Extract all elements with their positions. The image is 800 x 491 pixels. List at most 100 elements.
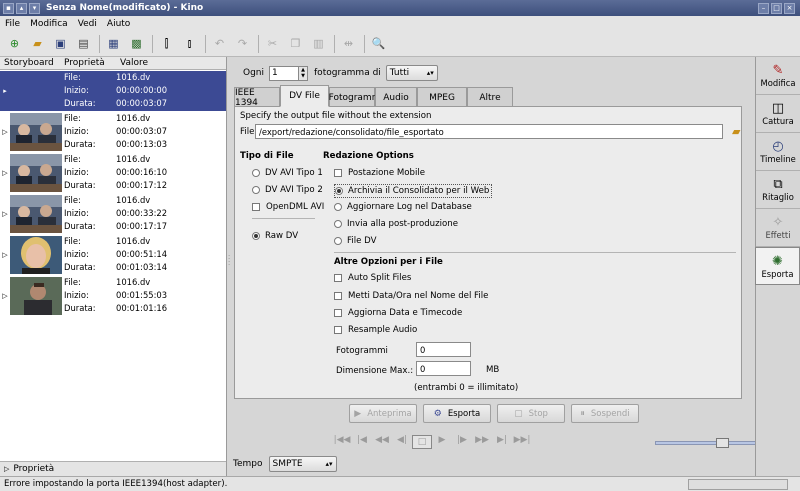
storyboard-clip[interactable]: ▷ File: 1016.dv Inizio: 00:01:55:03 Durata: 00… [0, 276, 226, 316]
last-scene-icon[interactable]: ▶▶| [512, 435, 532, 449]
anteprima-button[interactable]: ▶ Anteprima [349, 404, 417, 423]
expander-arrow-icon[interactable]: ▷ [0, 235, 10, 275]
check-metti-data[interactable]: Metti Data/Ora nel Nome del File [334, 291, 488, 301]
export-area: Ogni 1 ▲ ▼ fotogramma di Tutti ▴▾ IEEE 13… [232, 57, 763, 476]
col-storyboard[interactable]: Storyboard [0, 58, 60, 68]
properties-icon[interactable]: ▤ [75, 35, 92, 52]
col-proprieta[interactable]: Proprietà [60, 58, 116, 68]
menu-modifica[interactable]: Modifica [30, 19, 68, 29]
check-opendml[interactable]: OpenDML AVI [252, 202, 324, 212]
minimize-icon[interactable]: – [758, 2, 769, 14]
window-menu-button[interactable]: ▪ [3, 2, 14, 14]
prev-frame-icon[interactable]: ◀| [392, 435, 412, 449]
radio-aggiornare-log[interactable]: Aggiornare Log nel Database [334, 202, 472, 212]
side-effetti[interactable]: ✧ Effetti [756, 209, 800, 247]
position-slider[interactable] [655, 438, 763, 448]
tab-audio[interactable]: Audio [375, 87, 417, 107]
expander-arrow-icon[interactable]: ▸ [0, 71, 10, 111]
spin-buttons[interactable]: ▲ ▼ [299, 65, 309, 81]
expander-arrow-icon: ▷ [4, 465, 10, 473]
properties-expander[interactable]: ▷ Proprietà [0, 461, 226, 476]
new-file-icon[interactable]: ⊕ [6, 35, 23, 52]
check-auto-split[interactable]: Auto Split Files [334, 273, 411, 283]
forward-icon[interactable]: ▶▶ [472, 435, 492, 449]
select-arrow-icon: ▴▾ [426, 69, 434, 77]
undo-icon[interactable]: ↶ [211, 35, 228, 52]
prev-scene-icon[interactable]: |◀ [352, 435, 372, 449]
side-ritaglio[interactable]: ⧉ Ritaglio [756, 171, 800, 209]
rewind-icon[interactable]: ◀◀ [372, 435, 392, 449]
export-frame-icon[interactable]: ▩ [128, 35, 145, 52]
split-icon[interactable]: ⇹ [340, 35, 357, 52]
close-icon[interactable]: × [784, 2, 795, 14]
join-scene-icon[interactable]: ⫾ [181, 35, 198, 52]
export-icon: ⚙ [433, 408, 442, 419]
paste-icon[interactable]: ▥ [310, 35, 327, 52]
esporta-button[interactable]: ⚙ Esporta [423, 404, 491, 423]
save-scene-icon[interactable]: ▦ [105, 35, 122, 52]
expander-arrow-icon[interactable]: ▷ [0, 194, 10, 234]
expander-arrow-icon[interactable]: ▷ [0, 276, 10, 316]
col-valore[interactable]: Valore [116, 58, 148, 68]
next-frame-icon[interactable]: |▶ [452, 435, 472, 449]
frame-select[interactable]: Tutti ▴▾ [385, 65, 438, 81]
open-folder-icon[interactable]: ▰ [29, 35, 46, 52]
side-timeline[interactable]: ◴ Timeline [756, 133, 800, 171]
file-path-input[interactable]: /export/redazione/consolidato/file_espor… [255, 124, 723, 139]
stop-button[interactable]: ▢ Stop [497, 404, 565, 423]
check-resample-audio[interactable]: Resample Audio [334, 325, 417, 335]
browse-folder-icon[interactable]: ▰ [732, 125, 740, 138]
copy-icon[interactable]: ❐ [287, 35, 304, 52]
side-modifica[interactable]: ✎ Modifica [756, 57, 800, 95]
check-postazione-mobile[interactable]: Postazione Mobile [334, 168, 425, 178]
expander-arrow-icon[interactable]: ▷ [0, 112, 10, 152]
shade-button[interactable]: ▴ [16, 2, 27, 14]
radio-dv-avi-2[interactable]: DV AVI Tipo 2 [252, 185, 323, 195]
storyboard-clip[interactable]: ▷ File: 1016.dv Inizio: 00:00:51:14 Durata: 00… [0, 235, 226, 275]
clip-properties: File: 1016.dv Inizio: 00:00:33:22 Durata: 00:… [64, 195, 168, 231]
dim-input[interactable]: 0 [416, 361, 471, 376]
radio-raw-dv[interactable]: Raw DV [252, 231, 298, 241]
expander-arrow-icon[interactable]: ▷ [0, 153, 10, 193]
maximize-icon[interactable]: □ [771, 2, 782, 14]
play-icon[interactable]: ▶ [432, 435, 452, 449]
redo-icon[interactable]: ↷ [234, 35, 251, 52]
stop-transport-icon[interactable]: □ [412, 435, 432, 449]
storyboard-clip[interactable]: ▷ File: 1016.dv Inizio: 00:00:33:22 Durata: 00… [0, 194, 226, 234]
storyboard-clip[interactable]: ▷ File: 1016.dv Inizio: 00:00:03:07 Durata: 00… [0, 112, 226, 152]
tab-ieee1394[interactable]: IEEE 1394 [234, 87, 280, 108]
dv-file-panel: Specify the output file without the exte… [234, 106, 742, 399]
minimize-button[interactable]: ▾ [29, 2, 40, 14]
side-cattura[interactable]: ◫ Cattura [756, 95, 800, 133]
cut-icon[interactable]: ✂ [264, 35, 281, 52]
file-label: File [240, 127, 255, 137]
ogni-spinbox[interactable]: 1 [269, 65, 300, 81]
zoom-icon[interactable]: 🔍 [370, 35, 387, 52]
radio-invia-post[interactable]: Invia alla post-produzione [334, 219, 458, 229]
save-icon[interactable]: ▣ [52, 35, 69, 52]
fotogrammi-input[interactable]: 0 [416, 342, 471, 357]
tab-altre[interactable]: Altre [467, 87, 513, 107]
radio-archivia-web[interactable]: Archivia il Consolidato per il Web [334, 184, 493, 198]
tab-dv-file[interactable]: DV File [280, 85, 329, 107]
radio-dv-avi-1[interactable]: DV AVI Tipo 1 [252, 168, 323, 178]
tab-fotogrammi[interactable]: Fotogramr [329, 87, 375, 107]
side-esporta[interactable]: ✺ Esporta [755, 247, 800, 285]
first-scene-icon[interactable]: |◀◀ [332, 435, 352, 449]
pane-handle[interactable]: · · · · [228, 253, 230, 269]
sospendi-button[interactable]: ⏸ Sospendi [571, 404, 639, 423]
storyboard-clip[interactable]: ▷ File: 1016.dv Inizio: 00:00:16:10 Durata: 00… [0, 153, 226, 193]
check-aggiorna-data[interactable]: Aggiorna Data e Timecode [334, 308, 462, 318]
tempo-select[interactable]: SMPTE ▴▾ [268, 456, 337, 472]
radio-file-dv[interactable]: File DV [334, 236, 376, 246]
menu-aiuto[interactable]: Aiuto [107, 19, 130, 29]
split-scene-icon[interactable]: ⫿ [158, 35, 175, 52]
menu-file[interactable]: File [5, 19, 20, 29]
menu-vedi[interactable]: Vedi [78, 19, 97, 29]
storyboard-clip[interactable]: ▸ File: 1016.dv Inizio: 00:00:00:00 Durata: 00… [0, 71, 226, 111]
properties-label: Proprietà [13, 464, 55, 474]
clip-thumbnail [10, 154, 62, 192]
next-scene-icon[interactable]: ▶| [492, 435, 512, 449]
tab-mpeg[interactable]: MPEG [417, 87, 467, 107]
slider-handle[interactable] [716, 438, 729, 448]
